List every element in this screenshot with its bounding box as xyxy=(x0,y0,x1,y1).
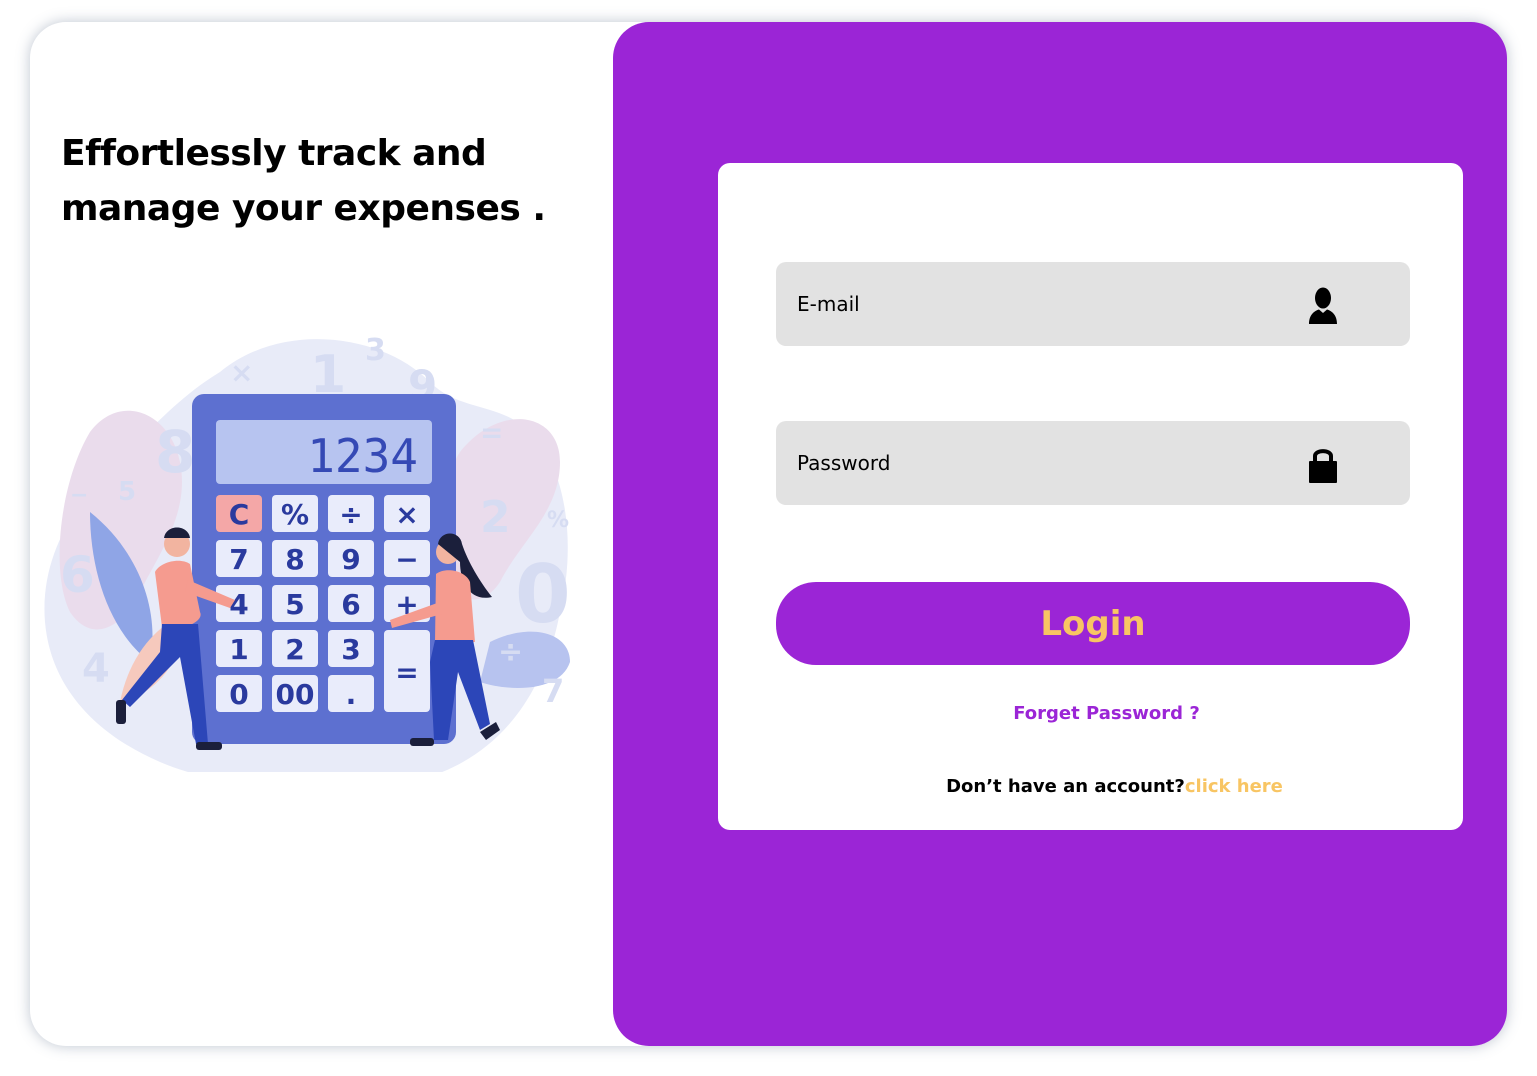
svg-text:5: 5 xyxy=(285,588,304,621)
svg-text:0: 0 xyxy=(515,548,571,641)
password-field-container[interactable] xyxy=(776,421,1410,505)
login-card: Effortlessly track and manage your expen… xyxy=(30,22,1507,1046)
svg-text:7: 7 xyxy=(542,672,564,710)
login-button[interactable]: Login xyxy=(776,582,1410,665)
svg-text:00: 00 xyxy=(276,678,315,711)
svg-text:5: 5 xyxy=(118,477,136,507)
hero-panel: Effortlessly track and manage your expen… xyxy=(30,22,613,1046)
lock-icon xyxy=(1309,449,1337,483)
signup-prompt: Don’t have an account?click here xyxy=(718,776,1463,797)
email-field-container[interactable] xyxy=(776,262,1410,346)
svg-text:÷: ÷ xyxy=(339,498,362,531)
svg-text:C: C xyxy=(229,498,250,531)
hero-headline: Effortlessly track and manage your expen… xyxy=(61,133,546,229)
calculator-illustration: × 1 3 9 8 = 5 − 2 % 6 0 4 ÷ 7 1234 C % ÷… xyxy=(44,333,571,772)
forgot-password-link[interactable]: Forget Password ? xyxy=(718,703,1463,724)
svg-text:−: − xyxy=(395,543,418,576)
svg-text:0: 0 xyxy=(229,678,248,711)
svg-text:×: × xyxy=(230,356,253,389)
svg-text:−: − xyxy=(70,483,88,508)
login-form: Login Forget Password ? Don’t have an ac… xyxy=(718,163,1463,830)
svg-text:9: 9 xyxy=(341,543,360,576)
svg-text:3: 3 xyxy=(365,333,386,368)
svg-text:8: 8 xyxy=(285,543,304,576)
signup-link[interactable]: click here xyxy=(1185,776,1283,797)
svg-text:3: 3 xyxy=(341,633,360,666)
user-icon xyxy=(1309,287,1337,324)
svg-text:4: 4 xyxy=(82,646,110,692)
svg-text:6: 6 xyxy=(341,588,360,621)
svg-text:2: 2 xyxy=(285,633,304,666)
svg-text:×: × xyxy=(395,498,418,531)
svg-text:%: % xyxy=(281,498,309,531)
svg-text:8: 8 xyxy=(155,418,195,486)
svg-text:2: 2 xyxy=(480,492,511,543)
svg-text:=: = xyxy=(395,656,418,689)
no-account-text: Don’t have an account? xyxy=(946,776,1185,797)
svg-text:%: % xyxy=(547,508,569,533)
svg-text:÷: ÷ xyxy=(498,635,523,670)
svg-text:6: 6 xyxy=(60,546,95,604)
svg-text:1: 1 xyxy=(229,633,248,666)
email-input[interactable] xyxy=(776,262,1276,346)
login-panel: Login Forget Password ? Don’t have an ac… xyxy=(613,22,1507,1046)
svg-text:1234: 1234 xyxy=(307,429,418,483)
password-input[interactable] xyxy=(776,421,1276,505)
svg-text:.: . xyxy=(346,678,357,711)
svg-text:7: 7 xyxy=(229,543,248,576)
svg-text:=: = xyxy=(480,416,503,449)
